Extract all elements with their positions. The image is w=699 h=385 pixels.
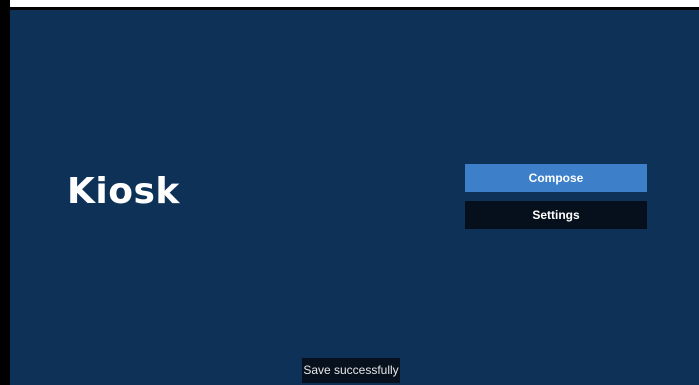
kiosk-screen: Kiosk Compose Settings Save successfully (0, 0, 699, 385)
top-progress-bar (10, 0, 699, 7)
main-panel: Kiosk Compose Settings Save successfully (10, 10, 699, 385)
save-toast: Save successfully (302, 358, 400, 383)
settings-button[interactable]: Settings (465, 201, 647, 229)
page-title: Kiosk (67, 171, 180, 212)
compose-button[interactable]: Compose (465, 164, 647, 192)
